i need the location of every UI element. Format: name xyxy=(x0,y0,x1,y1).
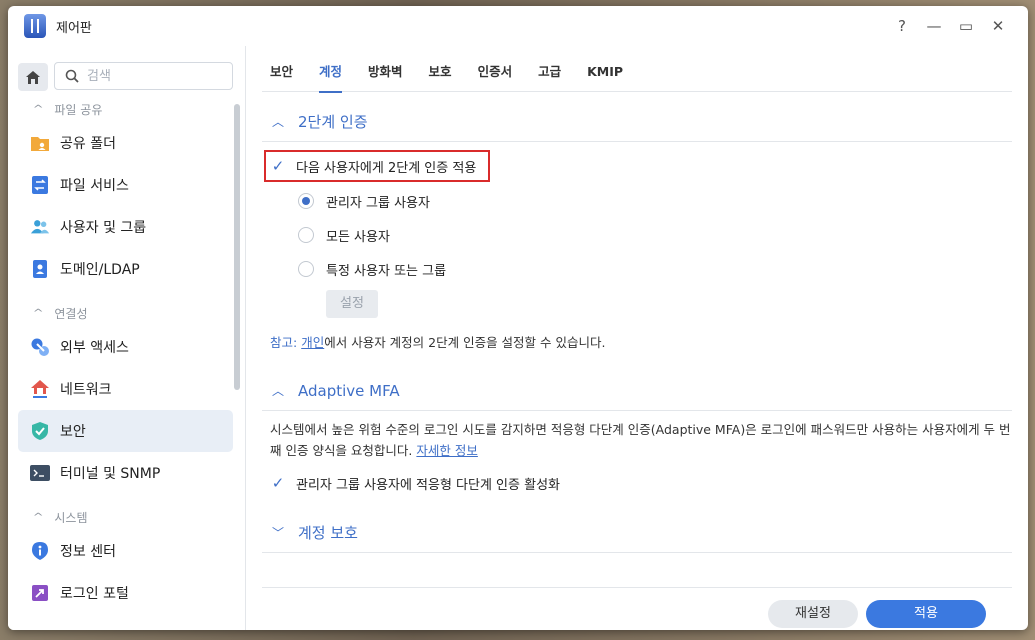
tab-kmip[interactable]: KMIP xyxy=(579,46,631,92)
title-bar: 제어판 ? — ▭ ✕ xyxy=(8,6,1028,46)
two-factor-note: 참고: 개인에서 사용자 계정의 2단계 인증을 설정할 수 있습니다. xyxy=(270,335,606,350)
apply-button[interactable]: 적용 xyxy=(866,600,986,628)
reset-button[interactable]: 재설정 xyxy=(768,600,858,628)
help-button[interactable]: ? xyxy=(892,16,912,36)
control-panel-window: 제어판 ? — ▭ ✕ ^파일 공유 공유 폴더 파일 서비스 사용자 xyxy=(8,6,1028,630)
sidebar-item-users-groups[interactable]: 사용자 및 그룹 xyxy=(18,206,233,248)
tab-bar: 보안 계정 방화벽 보호 인증서 고급 KMIP xyxy=(262,46,1012,93)
file-services-icon xyxy=(30,175,50,195)
account-protection-section-header[interactable]: ﹀ 계정 보호 xyxy=(262,513,1012,553)
tab-certificate[interactable]: 인증서 xyxy=(470,46,521,92)
sidebar-item-login-portal[interactable]: 로그인 포털 xyxy=(18,572,233,614)
search-input[interactable] xyxy=(87,68,217,84)
main-content: 보안 계정 방화벽 보호 인증서 고급 KMIP ︿ 2단계 인증 ✓ 다음 사… xyxy=(246,46,1028,630)
adaptive-mfa-checkbox[interactable]: ✓ xyxy=(270,474,286,492)
external-access-icon xyxy=(30,337,50,357)
settings-button[interactable]: 설정 xyxy=(326,290,378,318)
tab-firewall[interactable]: 방화벽 xyxy=(360,46,411,92)
section-system[interactable]: ^ 시스템 xyxy=(18,504,233,530)
radio-specific-users[interactable] xyxy=(298,261,314,277)
chevron-up-icon: ︿ xyxy=(272,115,285,129)
login-portal-icon xyxy=(30,583,50,603)
chevron-up-icon: ^ xyxy=(32,307,44,319)
radio-all-users-row[interactable]: 모든 사용자 xyxy=(262,218,1012,252)
home-button[interactable] xyxy=(18,63,48,91)
chevron-up-icon: ︿ xyxy=(272,384,285,398)
sidebar-item-network[interactable]: 네트워크 xyxy=(18,368,233,410)
window-title: 제어판 xyxy=(56,21,92,36)
sidebar-item-domain-ldap[interactable]: 도메인/LDAP xyxy=(18,248,233,290)
domain-icon xyxy=(30,259,50,279)
chevron-up-icon: ^ xyxy=(32,511,44,523)
tab-account[interactable]: 계정 xyxy=(311,46,350,93)
sidebar: ^파일 공유 공유 폴더 파일 서비스 사용자 및 그룹 도메인/LDAP ^연… xyxy=(8,46,246,630)
sidebar-item-terminal-snmp[interactable]: 터미널 및 SNMP xyxy=(18,452,233,494)
personal-link[interactable]: 개인 xyxy=(301,335,324,350)
settings-panel: ︿ 2단계 인증 ✓ 다음 사용자에게 2단계 인증 적용 관리자 그룹 사용자… xyxy=(262,102,1012,553)
users-icon xyxy=(30,217,50,237)
sidebar-scrollbar[interactable] xyxy=(234,104,240,390)
highlight-box xyxy=(264,150,490,182)
chevron-down-icon: ﹀ xyxy=(272,526,285,540)
maximize-button[interactable]: ▭ xyxy=(956,16,976,36)
adaptive-mfa-section-header[interactable]: ︿ Adaptive MFA xyxy=(262,371,1012,411)
radio-admin-group-row[interactable]: 관리자 그룹 사용자 xyxy=(262,184,1012,218)
close-button[interactable]: ✕ xyxy=(988,16,1008,36)
network-icon xyxy=(30,379,50,399)
footer: 재설정 적용 xyxy=(262,587,1012,630)
search-field[interactable] xyxy=(54,62,233,90)
terminal-icon xyxy=(30,463,50,483)
learn-more-link[interactable]: 자세한 정보 xyxy=(416,443,477,458)
search-icon xyxy=(65,69,79,83)
sidebar-item-external-access[interactable]: 외부 액세스 xyxy=(18,326,233,368)
radio-specific-users-row[interactable]: 특정 사용자 또는 그룹 xyxy=(262,252,1012,286)
radio-admin-group[interactable] xyxy=(298,193,314,209)
radio-all-users[interactable] xyxy=(298,227,314,243)
section-file-sharing[interactable]: ^ 파일 공유 xyxy=(18,96,233,122)
adaptive-mfa-description: 시스템에서 높은 위험 수준의 로그인 시도를 감지하면 적응형 다단계 인증(… xyxy=(270,422,1011,458)
minimize-button[interactable]: — xyxy=(924,16,944,36)
control-panel-icon xyxy=(24,14,46,38)
two-factor-section-header[interactable]: ︿ 2단계 인증 xyxy=(262,102,1012,142)
sidebar-item-shared-folder[interactable]: 공유 폴더 xyxy=(18,122,233,164)
adaptive-mfa-row: ✓ 관리자 그룹 사용자에 적응형 다단계 인증 활성화 xyxy=(270,474,560,493)
folder-icon xyxy=(30,133,50,153)
tab-protection[interactable]: 보호 xyxy=(421,46,460,92)
sidebar-item-file-services[interactable]: 파일 서비스 xyxy=(18,164,233,206)
sidebar-item-info-center[interactable]: 정보 센터 xyxy=(18,530,233,572)
info-icon xyxy=(30,541,50,561)
sidebar-nav: ^ 파일 공유 공유 폴더 파일 서비스 사용자 및 그룹 도메인/LDAP ^ 연… xyxy=(18,96,233,614)
chevron-up-icon: ^ xyxy=(32,103,44,115)
tab-advanced[interactable]: 고급 xyxy=(530,46,569,92)
tab-security[interactable]: 보안 xyxy=(262,46,301,92)
sidebar-item-security[interactable]: 보안 xyxy=(18,410,233,452)
section-connectivity[interactable]: ^ 연결성 xyxy=(18,300,233,326)
shield-icon xyxy=(30,421,50,441)
home-icon xyxy=(26,70,40,84)
